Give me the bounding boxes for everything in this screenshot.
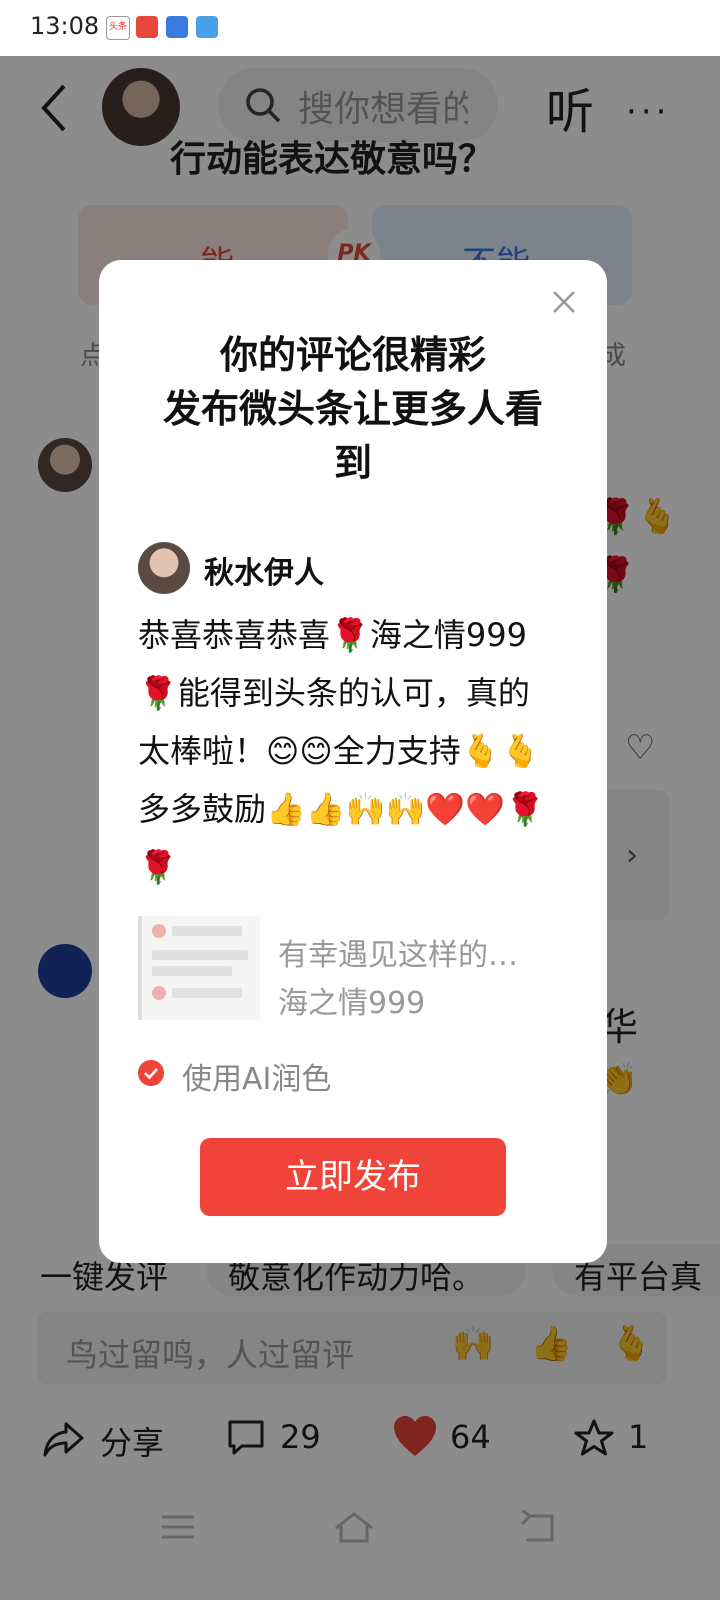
close-icon[interactable] bbox=[548, 286, 580, 318]
quote-title: 有幸遇见这样的… bbox=[278, 938, 518, 973]
news-app-icon bbox=[136, 16, 158, 38]
username: 秋水伊人 bbox=[204, 556, 324, 591]
send-icon bbox=[196, 16, 218, 38]
ai-polish-label[interactable]: 使用AI润色 bbox=[182, 1054, 331, 1098]
checkbox-checked-icon[interactable] bbox=[138, 1060, 164, 1086]
quote-thumbnail bbox=[138, 916, 260, 1020]
toutiao-app-icon: 头条 bbox=[106, 16, 130, 40]
comment-preview-text: 恭喜恭喜恭喜🌹海之情999🌹能得到头条的认可，真的太棒啦！😊😊全力支持🫰🫰多多鼓… bbox=[138, 616, 545, 886]
dialog-title: 你的评论很精彩 发布微头条让更多人看 到 bbox=[162, 333, 543, 485]
status-time: 13:08 bbox=[30, 12, 100, 40]
publish-button[interactable]: 立即发布 bbox=[200, 1138, 506, 1216]
browser-app-icon bbox=[166, 16, 188, 38]
quote-source: 海之情999 bbox=[278, 986, 426, 1021]
avatar bbox=[138, 542, 190, 594]
